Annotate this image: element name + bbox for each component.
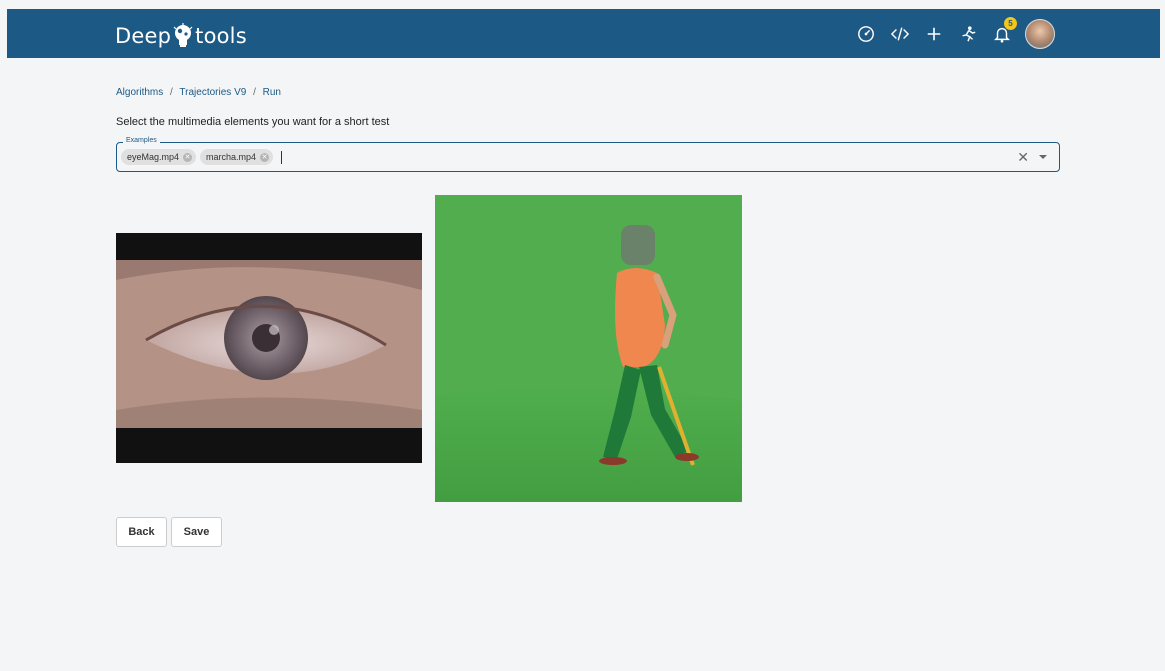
code-icon[interactable] [889, 23, 911, 45]
chip-label: marcha.mp4 [206, 152, 257, 162]
logo-text-left: Deep [115, 24, 172, 48]
avatar[interactable] [1025, 19, 1055, 49]
dashboard-icon[interactable] [855, 23, 877, 45]
clear-icon[interactable]: ✕ [1017, 149, 1029, 165]
logo-text-right: tools [195, 24, 247, 48]
chip-remove-icon[interactable]: ✕ [183, 152, 193, 162]
top-navbar: Deep tools 5 [7, 9, 1160, 58]
chip-remove-icon[interactable]: ✕ [260, 152, 270, 162]
breadcrumb: Algorithms / Trajectories V9 / Run [116, 87, 281, 98]
selected-chips: eyeMag.mp4 ✕ marcha.mp4 ✕ [121, 149, 283, 165]
chip-label: eyeMag.mp4 [127, 152, 180, 162]
eye-frame [116, 260, 422, 428]
lightbulb-icon [173, 23, 193, 47]
walking-person-image [435, 195, 742, 502]
save-button[interactable]: Save [171, 517, 222, 547]
plus-icon[interactable] [923, 23, 945, 45]
instruction-text: Select the multimedia elements you want … [116, 116, 390, 128]
back-button[interactable]: Back [116, 517, 167, 547]
video-eyemag[interactable] [116, 233, 422, 463]
text-cursor [281, 150, 283, 164]
chip-marcha[interactable]: marcha.mp4 ✕ [200, 149, 274, 165]
eye-image [116, 260, 422, 428]
chip-eyemag[interactable]: eyeMag.mp4 ✕ [121, 149, 197, 165]
video-marcha[interactable] [435, 195, 742, 502]
breadcrumb-separator: / [170, 87, 173, 98]
app-logo[interactable]: Deep tools [115, 23, 247, 49]
examples-label: Examples [123, 137, 160, 144]
breadcrumb-run: Run [262, 87, 281, 98]
chevron-down-icon[interactable] [1039, 155, 1047, 159]
breadcrumb-algorithms[interactable]: Algorithms [116, 87, 163, 98]
header-actions: 5 [843, 17, 1055, 49]
notification-badge: 5 [1004, 17, 1017, 30]
examples-multiselect[interactable]: Examples eyeMag.mp4 ✕ marcha.mp4 ✕ ✕ [116, 137, 1060, 172]
notifications-button[interactable]: 5 [991, 17, 1017, 45]
breadcrumb-separator: / [253, 87, 256, 98]
breadcrumb-trajectories[interactable]: Trajectories V9 [179, 87, 246, 98]
run-icon[interactable] [957, 23, 979, 45]
